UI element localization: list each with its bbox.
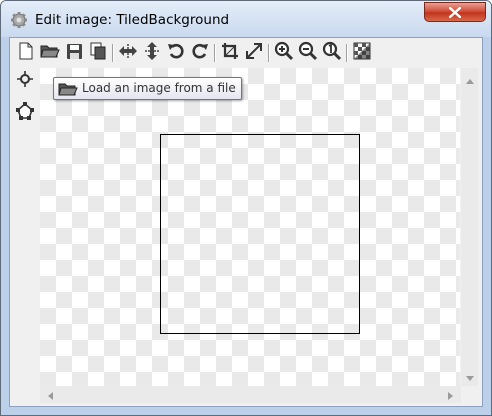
zoom-reset-icon bbox=[322, 41, 342, 65]
origin-crosshair-icon bbox=[17, 71, 33, 91]
crop-button[interactable] bbox=[219, 42, 241, 64]
rotate-right-icon bbox=[191, 42, 209, 64]
horizontal-scrollbar[interactable] bbox=[40, 386, 461, 403]
copy-button[interactable] bbox=[87, 42, 109, 64]
resize-button[interactable] bbox=[243, 42, 265, 64]
chevron-left-icon bbox=[48, 385, 53, 404]
vertical-scrollbar[interactable] bbox=[461, 68, 478, 386]
shift-horizontal-button[interactable] bbox=[117, 42, 139, 64]
rotate-left-button[interactable] bbox=[165, 42, 187, 64]
toolbar-separator bbox=[112, 44, 113, 62]
transparency-icon bbox=[353, 42, 371, 64]
toolbar-separator bbox=[346, 44, 347, 62]
chevron-down-icon bbox=[465, 366, 474, 385]
window-title: Edit image: TiledBackground bbox=[35, 12, 230, 28]
origin-tool-button[interactable] bbox=[14, 70, 36, 92]
tooltip-text: Load an image from a file bbox=[82, 81, 236, 95]
image-canvas[interactable] bbox=[40, 68, 460, 386]
title-bar[interactable]: Edit image: TiledBackground bbox=[1, 1, 491, 37]
scrollbar-corner bbox=[461, 386, 478, 403]
editor-window: Edit image: TiledBackground Load an imag… bbox=[0, 0, 492, 416]
resize-icon bbox=[245, 42, 263, 64]
gear-icon bbox=[10, 11, 28, 29]
scroll-left-arrow[interactable] bbox=[42, 386, 59, 403]
zoom-reset-button[interactable] bbox=[321, 41, 343, 65]
move-vertical-icon bbox=[143, 41, 161, 65]
copy-icon bbox=[89, 42, 107, 64]
new-icon bbox=[18, 42, 34, 64]
zoom-out-icon bbox=[298, 41, 318, 65]
zoom-in-icon bbox=[274, 41, 294, 65]
crop-icon bbox=[221, 42, 239, 64]
open-folder-icon bbox=[40, 43, 60, 63]
new-button[interactable] bbox=[15, 42, 37, 64]
mask-tool-button[interactable] bbox=[14, 102, 36, 124]
toolbar-separator bbox=[268, 44, 269, 62]
scroll-up-arrow[interactable] bbox=[461, 70, 478, 87]
shift-vertical-button[interactable] bbox=[141, 42, 163, 64]
rotate-left-icon bbox=[167, 42, 185, 64]
chevron-right-icon bbox=[448, 385, 453, 404]
zoom-in-button[interactable] bbox=[273, 41, 295, 65]
move-horizontal-icon bbox=[118, 42, 138, 64]
save-button[interactable] bbox=[63, 42, 85, 64]
save-icon bbox=[66, 43, 83, 64]
rotate-right-button[interactable] bbox=[189, 42, 211, 64]
zoom-out-button[interactable] bbox=[297, 41, 319, 65]
scroll-right-arrow[interactable] bbox=[442, 386, 459, 403]
tooltip: Load an image from a file bbox=[53, 77, 242, 100]
collision-mask-icon bbox=[15, 101, 35, 125]
close-button[interactable] bbox=[424, 2, 486, 22]
open-button[interactable] bbox=[39, 42, 61, 64]
scroll-down-arrow[interactable] bbox=[461, 367, 478, 384]
toolbar-separator bbox=[214, 44, 215, 62]
transparency-button[interactable] bbox=[351, 42, 373, 64]
image-bounds bbox=[160, 134, 360, 334]
chevron-up-icon bbox=[465, 69, 474, 88]
toolbar bbox=[13, 40, 479, 66]
open-folder-icon bbox=[58, 81, 78, 101]
